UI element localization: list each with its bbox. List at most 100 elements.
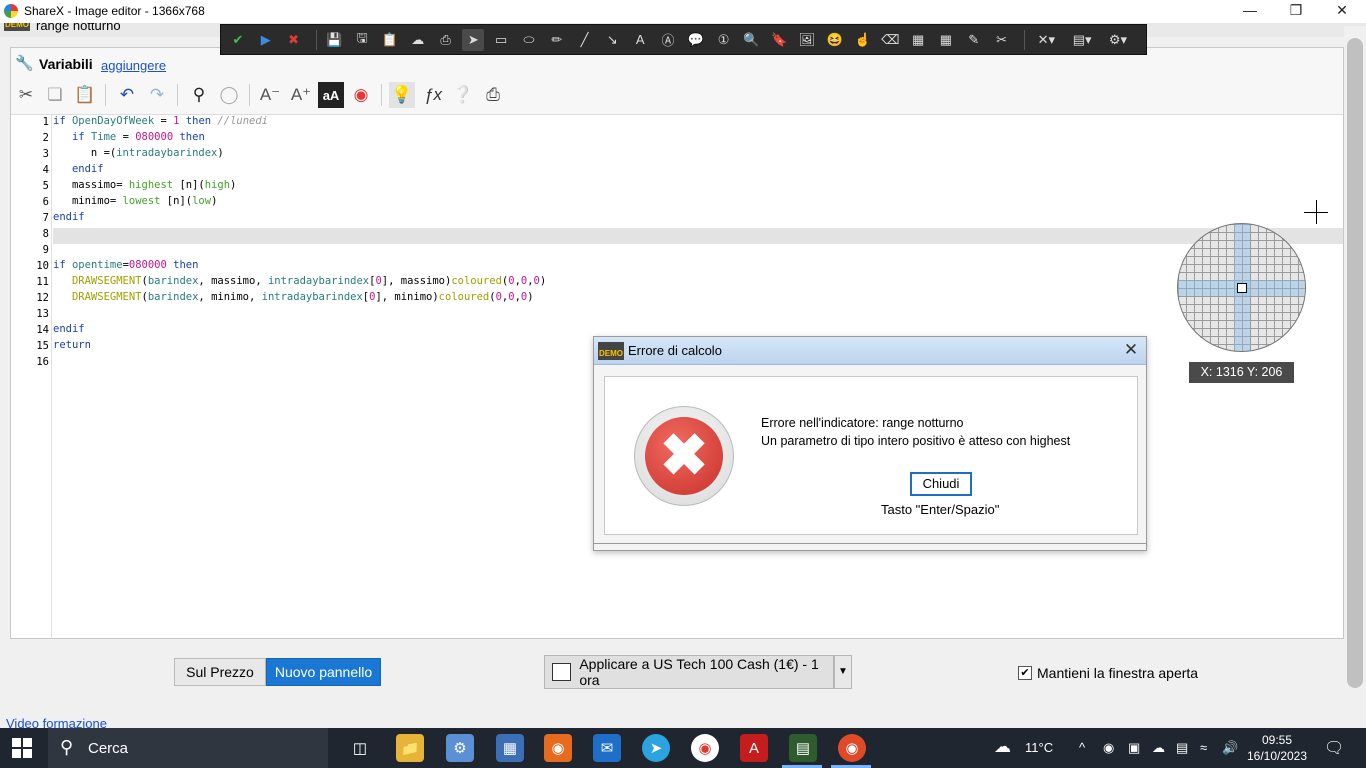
dialog-close-icon[interactable]: ✕: [1122, 340, 1140, 360]
code-token: barindex: [147, 291, 199, 303]
battery-icon[interactable]: ▤: [1176, 740, 1188, 756]
code-token: ): [539, 275, 547, 287]
sharex-icon[interactable]: ◉: [838, 734, 866, 762]
text-outline-tool-icon[interactable]: Ⓐ: [657, 29, 679, 51]
canvas-dropdown-icon[interactable]: ▤▾: [1067, 29, 1097, 51]
chrome-icon[interactable]: ◉: [691, 734, 719, 762]
wifi-icon[interactable]: ≈: [1200, 740, 1207, 755]
eraser-tool-icon[interactable]: ⌫: [879, 29, 901, 51]
copy-icon[interactable]: ❏: [42, 82, 68, 108]
line-number: 6: [42, 196, 49, 208]
task-view-icon[interactable]: ◫: [346, 734, 374, 762]
apply-to-instrument-button[interactable]: Applicare a US Tech 100 Cash (1€) - 1 or…: [544, 655, 834, 689]
search-icon[interactable]: ⚲: [186, 82, 212, 108]
keep-open-checkbox[interactable]: ✔: [1018, 666, 1032, 680]
new-panel-button[interactable]: Nuovo pannello: [266, 658, 381, 686]
step-tool-icon[interactable]: ①: [713, 29, 735, 51]
error-message-line2: Un parametro di tipo intero positivo è a…: [761, 434, 1071, 448]
cut-icon[interactable]: ✂: [13, 82, 39, 108]
lightbulb-icon[interactable]: 💡: [389, 82, 415, 108]
telegram-icon[interactable]: ➤: [642, 734, 670, 762]
sticker-tool-icon[interactable]: 🔖: [768, 29, 790, 51]
image-tool-icon[interactable]: 🖼: [796, 29, 818, 51]
weather-temperature[interactable]: 11°C: [1025, 740, 1053, 755]
rectangle-tool-icon[interactable]: ▭: [490, 29, 512, 51]
save-icon[interactable]: 💾: [323, 29, 345, 51]
color-wheel-icon[interactable]: ◉: [348, 82, 374, 108]
decrease-font-icon[interactable]: A⁻: [257, 82, 283, 108]
keep-window-open-option[interactable]: ✔ Mantieni la finestra aperta: [1018, 665, 1198, 681]
demo-badge: DEMO: [4, 23, 30, 31]
print-icon[interactable]: ⎙: [435, 29, 457, 51]
print-icon[interactable]: ⎙: [480, 82, 506, 108]
arrow-tool-icon[interactable]: ↘: [601, 29, 623, 51]
line-number-gutter: 1 2 3 4 5 6 7 8 9 10 11 12 13 14 15 16: [11, 115, 52, 638]
taskbar-clock[interactable]: 09:55 16/10/2023: [1242, 732, 1312, 764]
select-tool-icon[interactable]: ➤: [462, 28, 485, 51]
speech-balloon-tool-icon[interactable]: 💬: [685, 29, 707, 51]
current-line-highlight: [53, 228, 1343, 244]
scrollbar-thumb[interactable]: [1347, 38, 1363, 688]
vertical-scrollbar[interactable]: [1344, 26, 1366, 712]
emoji-tool-icon[interactable]: 😆: [824, 29, 846, 51]
acrobat-icon[interactable]: A: [740, 734, 768, 762]
file-explorer-icon[interactable]: 📁: [396, 734, 424, 762]
code-token: ): [230, 179, 237, 191]
on-price-button[interactable]: Sul Prezzo: [174, 658, 266, 686]
apply-dropdown-arrow[interactable]: ▼: [834, 655, 852, 689]
code-token: coloured: [451, 275, 502, 287]
line-number: 1: [42, 116, 49, 128]
add-variable-link[interactable]: aggiungere: [101, 58, 166, 73]
close-button[interactable]: Chiudi: [910, 472, 972, 496]
close-window-button[interactable]: ✕: [1319, 0, 1365, 23]
cursor-tool-icon[interactable]: ☝: [852, 29, 874, 51]
notifications-icon[interactable]: 🗨: [1324, 738, 1344, 758]
ellipse-tool-icon[interactable]: ⬭: [518, 29, 540, 51]
app-icon[interactable]: ▦: [496, 734, 524, 762]
confirm-icon[interactable]: ✔: [227, 29, 249, 51]
keyboard-hint: Tasto "Enter/Spazio": [881, 502, 1000, 517]
restore-button[interactable]: ❐: [1273, 0, 1319, 23]
line-number: 7: [42, 212, 49, 224]
magnify-tool-icon[interactable]: 🔍: [740, 29, 762, 51]
upload-icon[interactable]: ☁: [407, 29, 429, 51]
cancel-icon[interactable]: ✖: [283, 29, 305, 51]
weather-cloud-icon[interactable]: ☁: [994, 737, 1011, 757]
help-icon[interactable]: ❔: [450, 82, 476, 108]
undo-icon[interactable]: ↶: [114, 82, 140, 108]
paste-icon[interactable]: 📋: [72, 82, 98, 108]
line-tool-icon[interactable]: ╱: [574, 29, 596, 51]
taskbar-search[interactable]: ⚲ Cerca: [48, 728, 328, 768]
app-icon[interactable]: ⚙: [446, 734, 474, 762]
firefox-icon[interactable]: ◉: [544, 734, 572, 762]
font-style-icon[interactable]: aA: [318, 82, 344, 108]
pixelate-tool-icon[interactable]: ▦: [935, 29, 957, 51]
function-icon[interactable]: ƒx: [420, 82, 446, 108]
increase-font-icon[interactable]: A⁺: [288, 82, 314, 108]
start-button[interactable]: [12, 738, 32, 758]
redo-icon[interactable]: ↷: [144, 82, 170, 108]
save-as-icon[interactable]: 🖫: [351, 29, 373, 51]
blur-tool-icon[interactable]: ▦: [907, 29, 929, 51]
line-number: 12: [36, 292, 49, 304]
text-tool-icon[interactable]: A: [629, 29, 651, 51]
tray-app-icon[interactable]: ◉: [1103, 740, 1114, 756]
highlight-tool-icon[interactable]: ✎: [963, 29, 985, 51]
volume-icon[interactable]: 🔊: [1222, 740, 1238, 756]
tray-expand-icon[interactable]: ^: [1079, 740, 1085, 755]
mail-icon[interactable]: ✉: [593, 734, 621, 762]
trading-platform-icon[interactable]: ▤: [789, 734, 817, 762]
continue-icon[interactable]: ▶: [255, 29, 277, 51]
copy-clipboard-icon[interactable]: 📋: [379, 29, 401, 51]
tray-app-icon[interactable]: ▣: [1128, 740, 1140, 756]
onedrive-icon[interactable]: ☁: [1152, 740, 1165, 756]
settings-gear-icon[interactable]: ⚙▾: [1103, 29, 1133, 51]
freehand-tool-icon[interactable]: ✏: [546, 29, 568, 51]
crop-tool-icon[interactable]: ✂: [991, 29, 1013, 51]
minimize-button[interactable]: —: [1227, 0, 1273, 23]
error-message-line1: Errore nell'indicatore: range notturno: [761, 416, 964, 430]
comment-icon[interactable]: ◯: [216, 82, 242, 108]
tools-dropdown-icon[interactable]: ✕▾: [1031, 29, 1061, 51]
